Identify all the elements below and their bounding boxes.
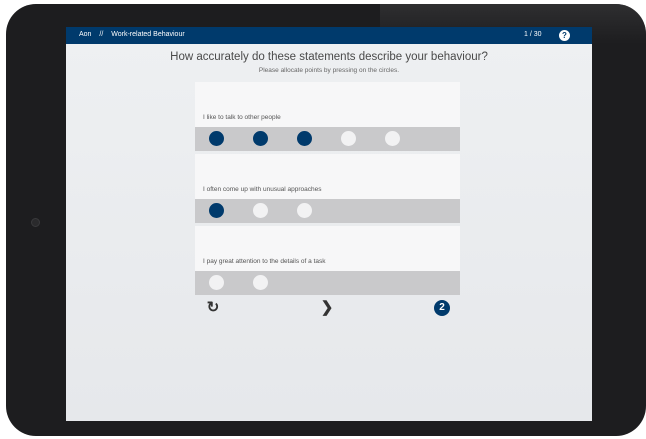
statement-text: I like to talk to other people bbox=[203, 114, 281, 121]
statement-text: I pay great attention to the details of … bbox=[203, 258, 326, 265]
point-circle[interactable] bbox=[209, 131, 224, 146]
point-circle[interactable] bbox=[253, 203, 268, 218]
point-circle[interactable] bbox=[253, 275, 268, 290]
progress-counter: 1 / 30 bbox=[524, 31, 542, 38]
point-circle[interactable] bbox=[209, 203, 224, 218]
point-circle[interactable] bbox=[341, 131, 356, 146]
statement-card: I like to talk to other people bbox=[195, 82, 460, 153]
question-title: How accurately do these statements descr… bbox=[170, 51, 488, 63]
section-label: Work-related Behaviour bbox=[111, 31, 185, 38]
point-circle[interactable] bbox=[297, 131, 312, 146]
point-circle[interactable] bbox=[209, 275, 224, 290]
help-icon[interactable]: ? bbox=[559, 30, 570, 41]
app-screen: Aon // Work-related Behaviour 1 / 30 ? H… bbox=[66, 27, 592, 421]
points-track bbox=[195, 271, 460, 295]
point-circle[interactable] bbox=[253, 131, 268, 146]
camera-icon bbox=[31, 218, 40, 227]
next-button[interactable]: ❯ bbox=[319, 300, 335, 316]
points-remaining-badge[interactable]: 2 bbox=[434, 300, 450, 316]
statement-card: I often come up with unusual approaches bbox=[195, 154, 460, 225]
point-circle[interactable] bbox=[297, 203, 312, 218]
brand-label: Aon bbox=[79, 31, 92, 38]
breadcrumb: Aon // Work-related Behaviour bbox=[79, 31, 185, 38]
question-instruction: Please allocate points by pressing on th… bbox=[258, 67, 400, 74]
reset-icon[interactable]: ↻ bbox=[205, 300, 221, 316]
statement-text: I often come up with unusual approaches bbox=[203, 186, 322, 193]
points-track bbox=[195, 127, 460, 151]
point-circle[interactable] bbox=[385, 131, 400, 146]
top-bar: Aon // Work-related Behaviour 1 / 30 ? bbox=[66, 27, 592, 44]
statement-card: I pay great attention to the details of … bbox=[195, 226, 460, 297]
breadcrumb-separator: // bbox=[99, 31, 104, 38]
points-track bbox=[195, 199, 460, 223]
